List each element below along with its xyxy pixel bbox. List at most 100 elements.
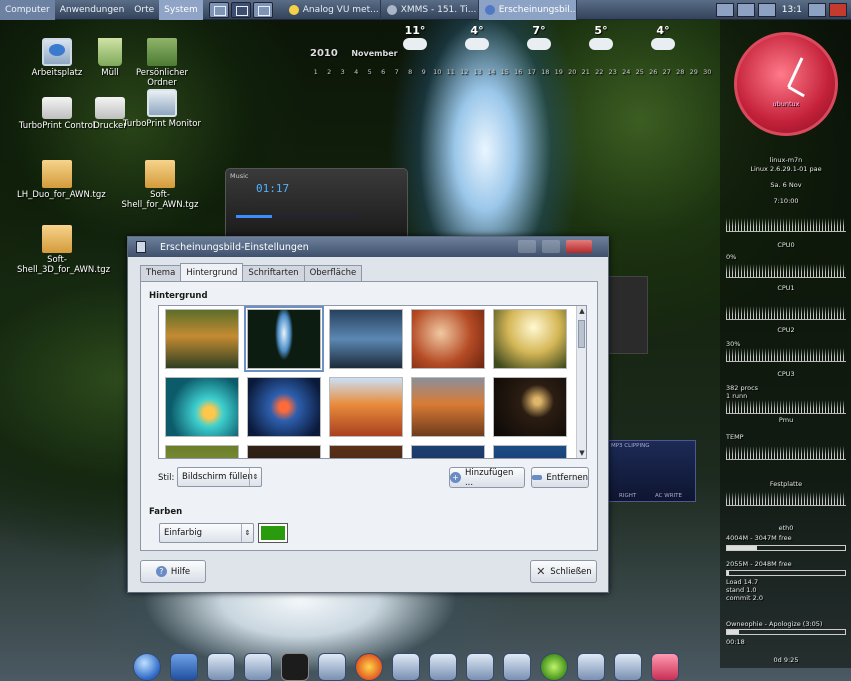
wallpaper-thumbnail[interactable] [493,377,567,437]
tray-network-icon[interactable] [736,3,755,17]
menu-applications[interactable]: Anwendungen [55,0,130,20]
wallpaper-thumbnail[interactable] [493,309,567,369]
tray-app-icon[interactable] [715,3,734,17]
task-appearance[interactable]: Erscheinungsbil... [478,0,577,20]
calendar-day[interactable]: 29 [688,68,700,76]
help-button[interactable]: ? Hilfe [140,560,206,583]
calendar-day[interactable]: 20 [567,68,579,76]
task-xmms[interactable]: XMMS - 151. Ti... [381,0,479,20]
terminal-icon[interactable] [281,653,309,681]
menu-places[interactable]: Orte [129,0,159,20]
calendar-day[interactable]: 16 [513,68,525,76]
wallpaper-thumbnail[interactable] [247,445,321,458]
graphics-icon[interactable] [466,653,494,681]
calendar-day[interactable]: 21 [580,68,592,76]
menu-system[interactable]: System [159,0,203,20]
desktop-icon-turboprint-monitor[interactable]: TurboPrint Monitor [122,89,202,129]
close-window-button[interactable] [566,240,592,253]
style-select[interactable]: Bildschirm füllen ⇕ [177,467,262,487]
calendar-day[interactable]: 24 [621,68,633,76]
gimp-icon[interactable] [577,653,605,681]
wallpaper-thumbnail[interactable] [165,309,239,369]
menu-computer[interactable]: Computer [0,0,55,20]
calendar-day[interactable]: 12 [459,68,471,76]
wallpaper-thumbnail[interactable] [411,309,485,369]
wallpaper-thumbnail[interactable] [329,377,403,437]
desktop-icon-soft-shell[interactable]: Soft-Shell_for_AWN.tgz [120,160,200,210]
settings-icon[interactable] [318,653,346,681]
music-icon[interactable] [392,653,420,681]
calendar-day[interactable]: 10 [432,68,444,76]
calendar-day[interactable]: 8 [405,68,417,76]
calendar-day[interactable]: 7 [391,68,403,76]
desktop-icon-soft-shell-3d[interactable]: Soft-Shell_3D_for_AWN.tgz [17,225,110,275]
calendar-day[interactable]: 1 [310,68,322,76]
dialog-titlebar[interactable]: Erscheinungsbild-Einstellungen [128,237,608,257]
calendar-day[interactable]: 9 [418,68,430,76]
color-picker-button[interactable] [258,523,288,543]
desktop-icon-lh-duo[interactable]: LH_Duo_for_AWN.tgz [17,160,106,200]
home-icon[interactable] [170,653,198,681]
desktop-icon-home[interactable]: Persönlicher Ordner [122,38,202,88]
calendar-day[interactable]: 27 [661,68,673,76]
wallpaper-thumbnail[interactable] [329,445,403,458]
chat-icon[interactable] [540,653,568,681]
document-icon[interactable] [503,653,531,681]
wallpaper-thumbnail[interactable] [165,445,239,458]
calendar-day[interactable]: 22 [594,68,606,76]
tab-schriftarten[interactable]: Schriftarten [242,265,305,281]
wallpaper-thumbnail[interactable] [329,309,403,369]
wallpaper-thumbnail[interactable] [165,377,239,437]
task-analog-vu[interactable]: Analog VU met... [283,0,381,20]
editor-icon[interactable] [207,653,235,681]
mp3-clipping-panel[interactable]: MP3 CLIPPING RIGHT AC WRITE [608,440,696,502]
calendar-day[interactable]: 4 [351,68,363,76]
calendar-day[interactable]: 13 [472,68,484,76]
tab-oberflaeche[interactable]: Oberfläche [303,265,363,281]
wallpaper-thumbnail[interactable] [411,445,485,458]
scrollbar-thumb[interactable] [578,320,585,348]
tab-thema[interactable]: Thema [140,265,182,281]
calendar-day[interactable]: 28 [675,68,687,76]
equalizer-panel[interactable] [608,276,648,354]
calendar-day[interactable]: 3 [337,68,349,76]
scroll-down-icon[interactable]: ▼ [577,448,586,458]
calendar-day[interactable]: 15 [499,68,511,76]
calendar-day[interactable]: 14 [486,68,498,76]
workspace-2-icon[interactable] [230,1,251,18]
browser-icon[interactable] [133,653,161,681]
calendar-day[interactable]: 26 [648,68,660,76]
workspace-3-icon[interactable] [252,1,273,18]
notes-icon[interactable] [244,653,272,681]
color-mode-select[interactable]: Einfarbig ⇕ [159,523,254,543]
calendar-day[interactable]: 5 [364,68,376,76]
tray-display-icon[interactable] [808,3,826,17]
add-wallpaper-button[interactable]: + Hinzufügen ... [449,467,525,488]
remove-wallpaper-button[interactable]: Entfernen [531,467,589,488]
tab-hintergrund[interactable]: Hintergrund [180,263,244,281]
wallpaper-thumbnail[interactable] [493,445,567,458]
tray-alert-icon[interactable] [829,3,847,17]
calendar-day[interactable]: 25 [634,68,646,76]
tray-volume-icon[interactable] [757,3,776,17]
trash-dock-icon[interactable] [651,653,679,681]
panel-clock[interactable]: 13:1 [779,5,805,15]
wallpaper-list[interactable]: ▲ ▼ [158,305,587,459]
close-button[interactable]: ✕ Schließen [530,560,597,583]
calendar-day[interactable]: 18 [540,68,552,76]
firefox-icon[interactable] [355,653,383,681]
wallpaper-thumbnail[interactable] [247,377,321,437]
scroll-up-icon[interactable]: ▲ [577,306,586,316]
calendar-day[interactable]: 2 [324,68,336,76]
calendar-day[interactable]: 19 [553,68,565,76]
calendar-day[interactable]: 30 [702,68,714,76]
minimize-button[interactable] [518,240,536,253]
calendar-day[interactable]: 11 [445,68,457,76]
player-seek-bar[interactable] [236,215,356,218]
wallpaper-thumbnail-selected[interactable] [244,306,324,372]
wallpaper-scrollbar[interactable]: ▲ ▼ [576,306,586,458]
maximize-button[interactable] [542,240,560,253]
wallpaper-thumbnail[interactable] [411,377,485,437]
window-menu-icon[interactable] [136,241,146,253]
network-icon[interactable] [429,653,457,681]
